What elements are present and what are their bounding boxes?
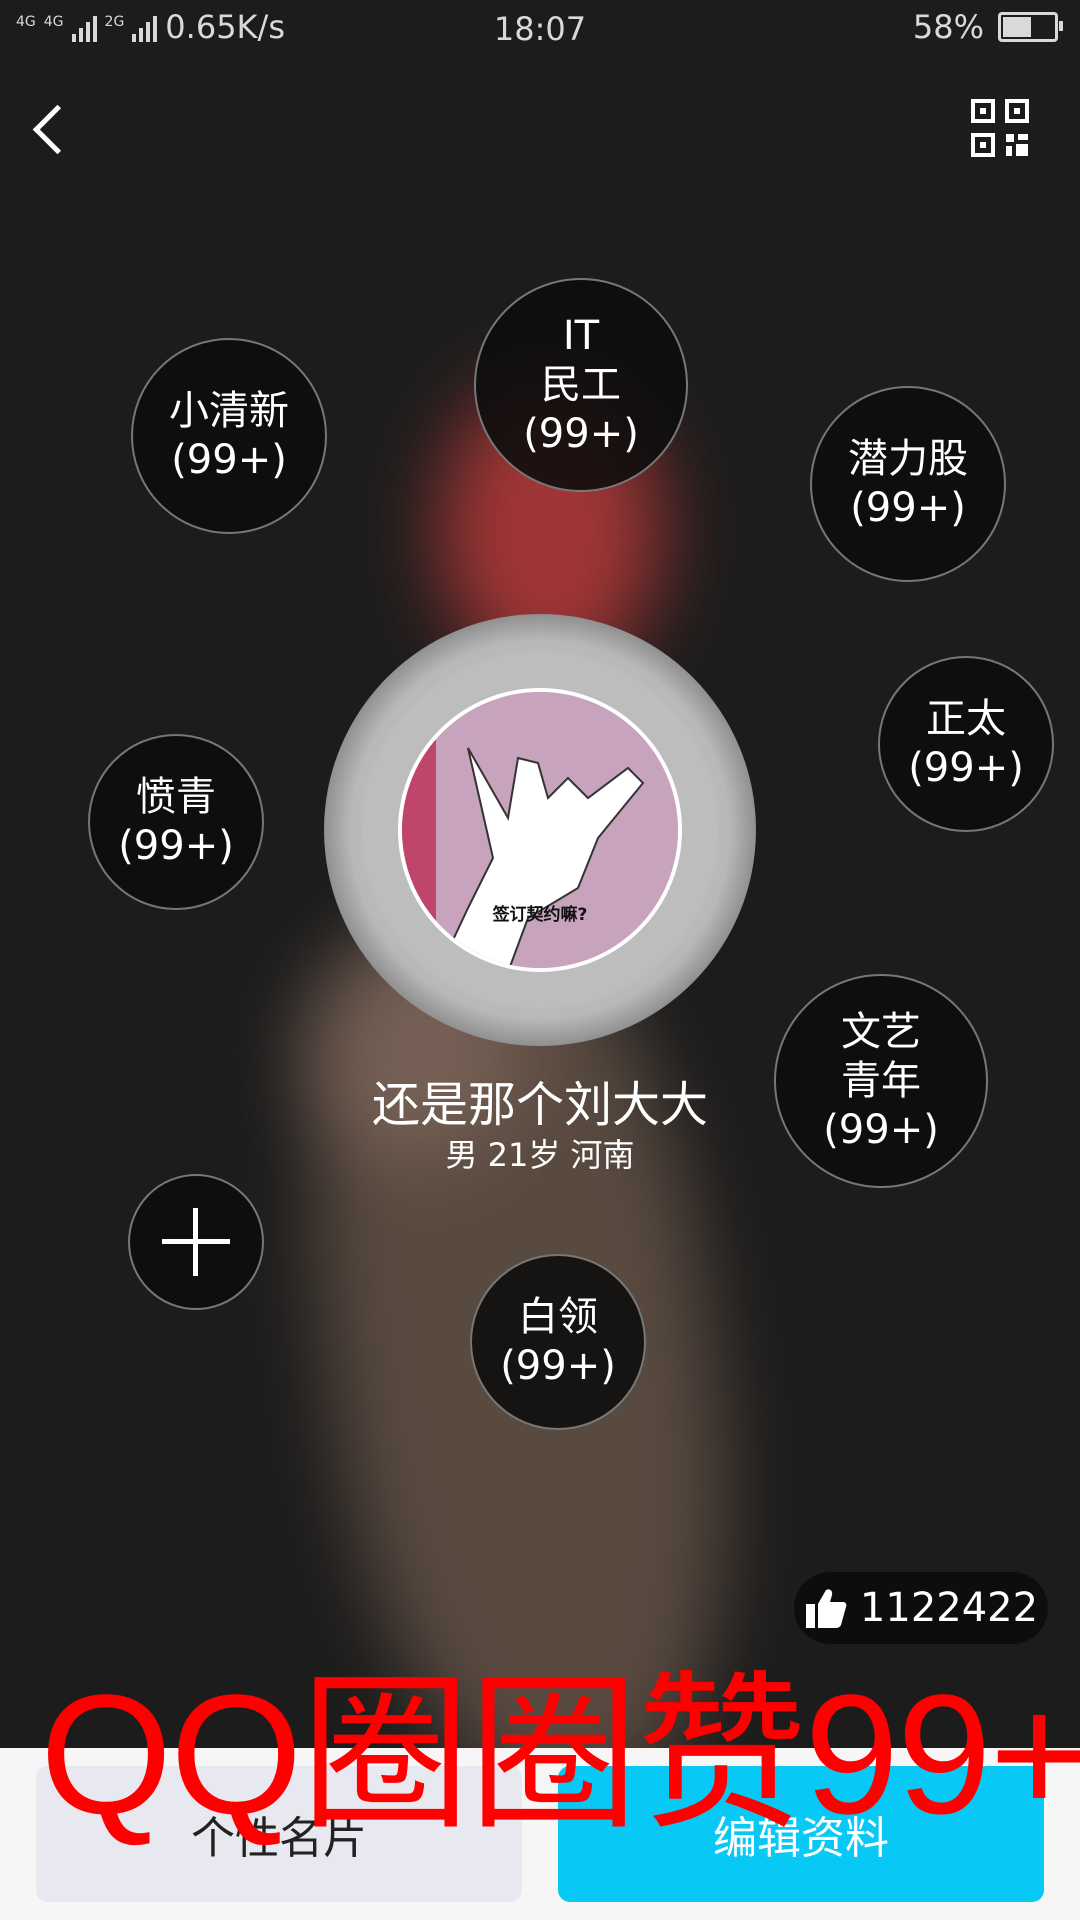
status-bar: 4G 4G 2G 0.65K/s 18:07 58% xyxy=(0,0,1080,60)
tag-bubble-it-mingong[interactable]: IT 民工 (99+) xyxy=(474,278,688,492)
tag-count: (99+) xyxy=(500,1343,616,1389)
tag-bubble-xiaoqingxin[interactable]: 小清新 (99+) xyxy=(131,338,327,534)
battery-icon xyxy=(998,12,1063,42)
profile-info: 男 21岁 河南 xyxy=(445,1136,635,1174)
tag-label: 正太 xyxy=(926,696,1006,742)
tag-label: IT xyxy=(562,312,600,359)
thumbs-up-icon xyxy=(805,1589,847,1628)
like-button[interactable]: 1122422 xyxy=(794,1572,1048,1644)
tag-bubble-zhengtai[interactable]: 正太 (99+) xyxy=(878,656,1054,832)
watermark-text: QQ圈圈赞99+ xyxy=(40,1660,1080,1850)
back-button[interactable] xyxy=(28,100,78,160)
qr-code-icon xyxy=(971,99,1029,157)
tag-count: (99+) xyxy=(908,745,1024,791)
avatar-hand-image xyxy=(402,692,678,968)
qr-code-button[interactable] xyxy=(970,98,1030,158)
tag-bubble-bailing[interactable]: 白领 (99+) xyxy=(470,1254,646,1430)
tag-label: 愤青 xyxy=(136,774,216,820)
like-count: 1122422 xyxy=(859,1585,1039,1631)
tag-label: 小清新 xyxy=(169,388,289,434)
tag-count: (99+) xyxy=(171,437,287,483)
tag-count: (99+) xyxy=(523,410,639,457)
add-tag-button[interactable] xyxy=(128,1174,264,1310)
tag-label: 白领 xyxy=(518,1294,598,1340)
battery-fill xyxy=(1003,17,1031,37)
tag-count: (99+) xyxy=(850,485,966,531)
avatar[interactable]: 签订契约嘛? xyxy=(398,688,682,972)
tag-label: 文艺 xyxy=(841,1008,921,1055)
tag-bubble-qianliguo[interactable]: 潜力股 (99+) xyxy=(810,386,1006,582)
status-right: 58% xyxy=(912,8,1063,46)
avatar-caption: 签订契约嘛? xyxy=(492,905,588,925)
battery-percent: 58% xyxy=(912,8,984,46)
tag-count: (99+) xyxy=(118,823,234,869)
profile-name: 还是那个刘大大 xyxy=(371,1077,708,1133)
tag-label: 潜力股 xyxy=(848,436,968,482)
tag-label: 民工 xyxy=(541,361,621,408)
tag-bubble-fenqing[interactable]: 愤青 (99+) xyxy=(88,734,264,910)
